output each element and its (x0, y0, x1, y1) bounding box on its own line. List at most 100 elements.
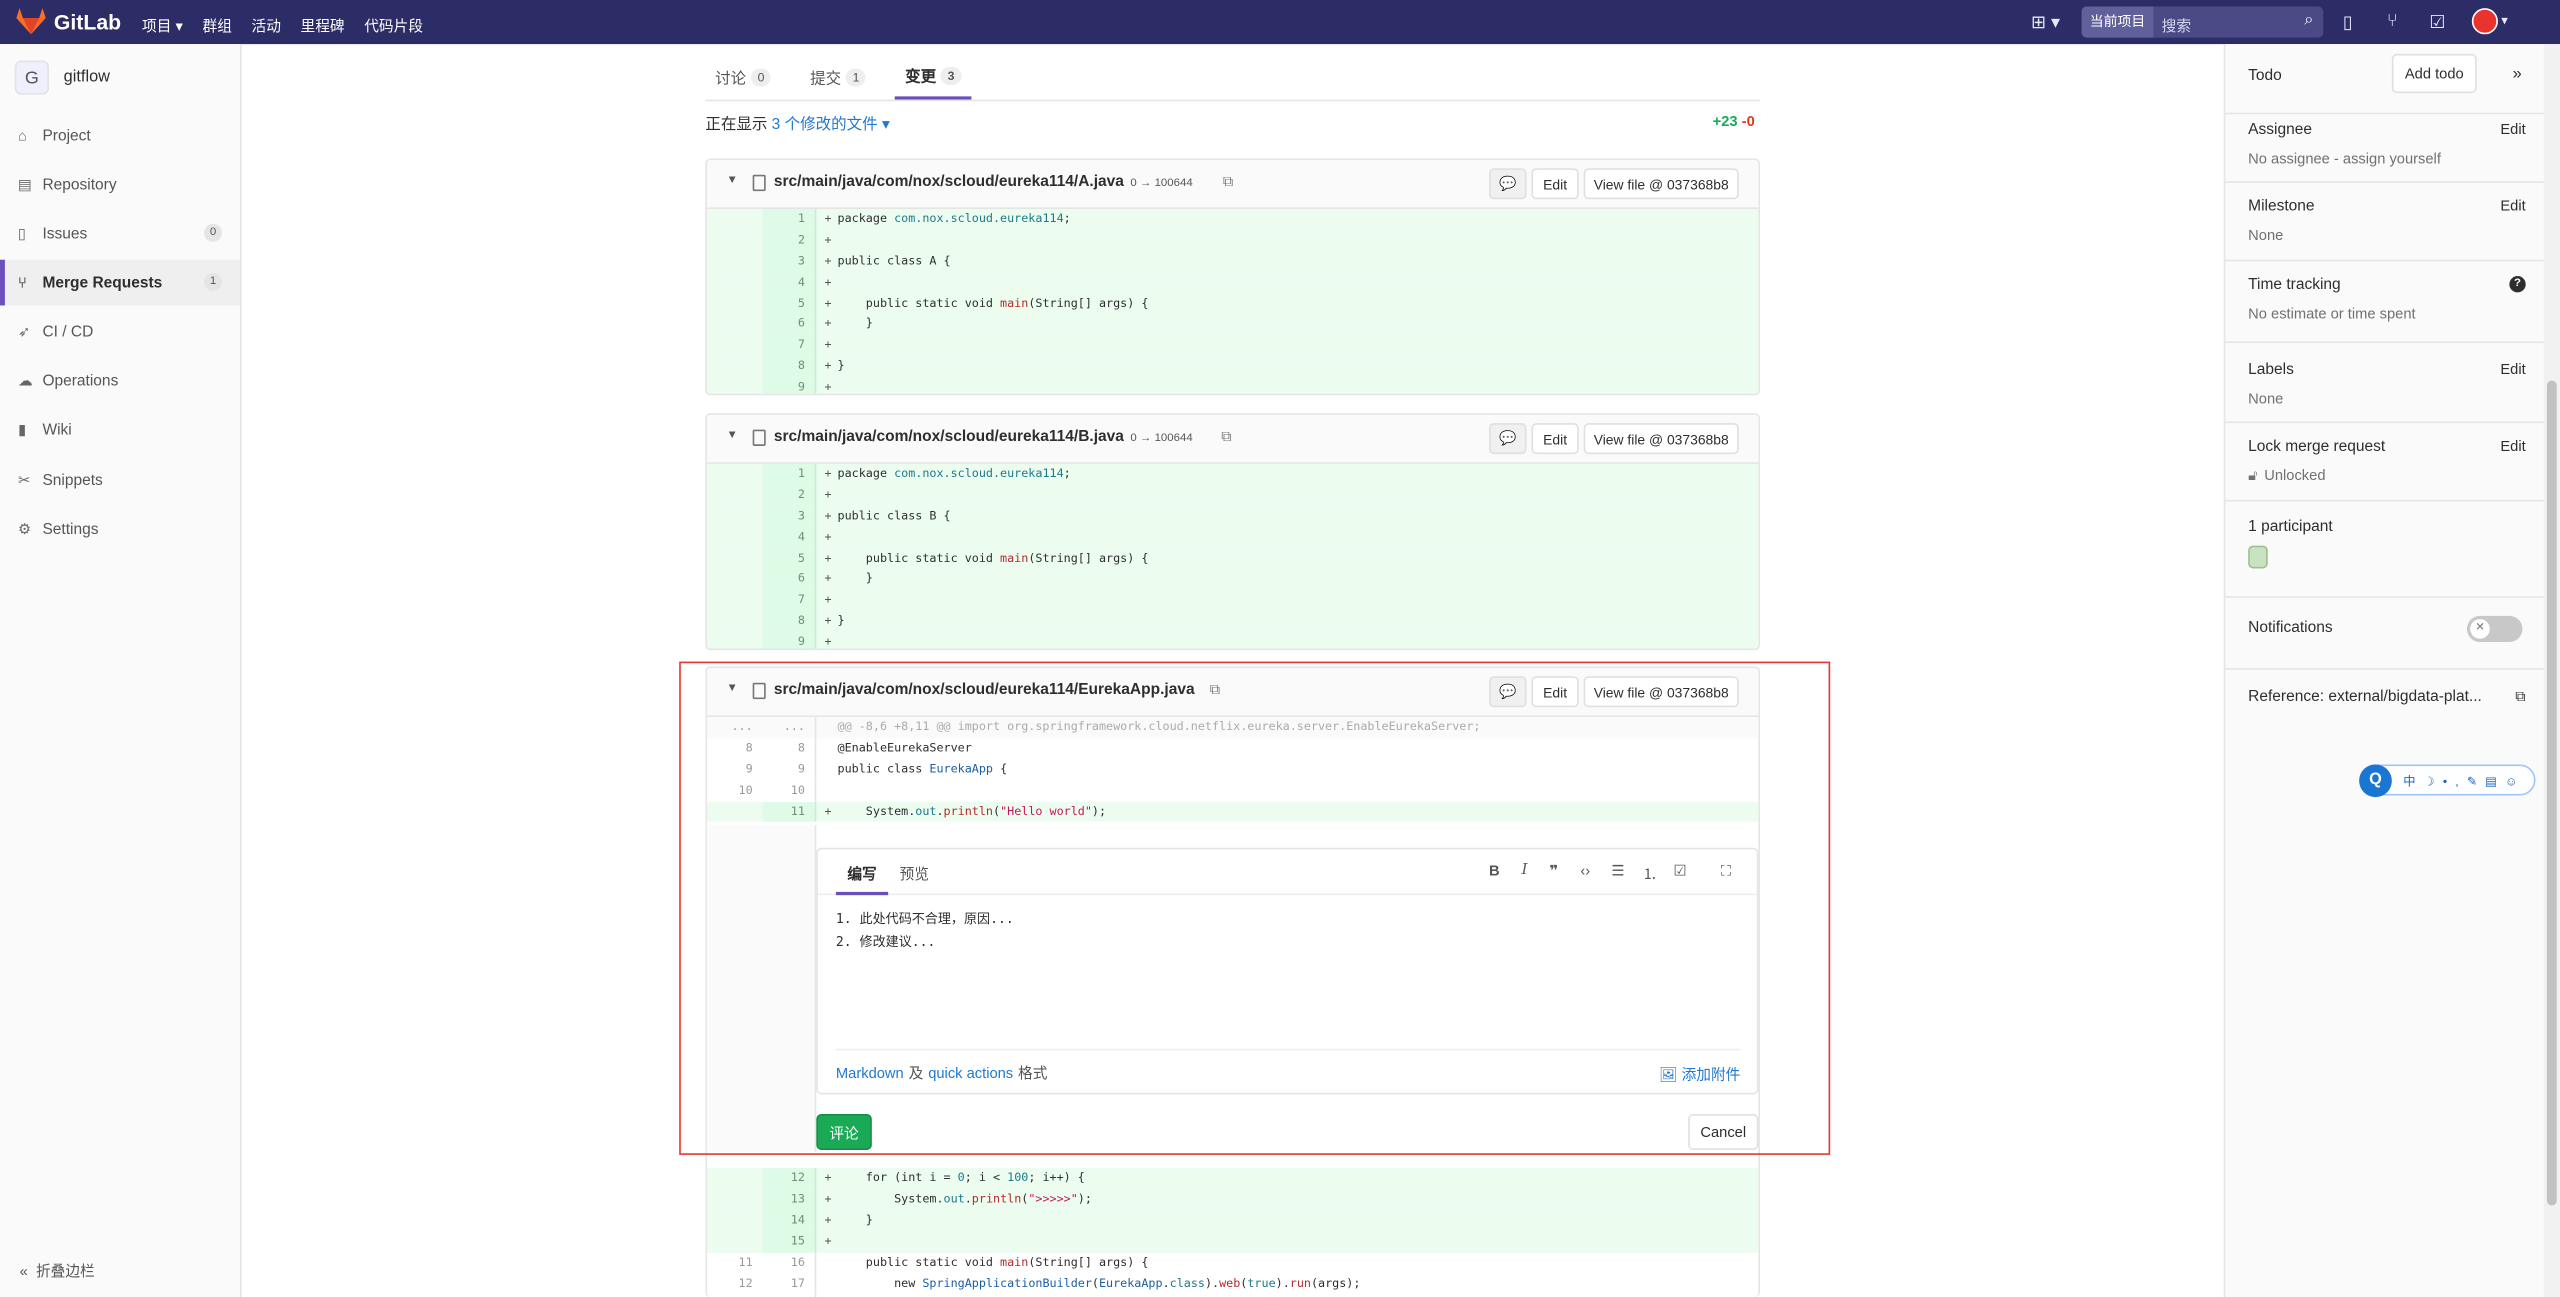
context-line[interactable]: 10 10 (707, 780, 1758, 802)
search-input[interactable]: 搜索 (2162, 15, 2191, 36)
collapse-sidebar-button[interactable]: «折叠边栏 (20, 1259, 95, 1280)
added-line[interactable]: 15 + (706, 1231, 1759, 1253)
added-line[interactable]: 1 + package com.nox.scloud.eureka114; (706, 463, 1759, 485)
collapse-right-sidebar-icon[interactable]: » (2513, 65, 2522, 83)
tab-preview[interactable]: 预览 (900, 862, 929, 883)
participant-avatar[interactable] (2248, 545, 2268, 569)
plus-square-icon[interactable]: ⊞ ▾ (2031, 11, 2060, 33)
new-line-number[interactable]: 7 (762, 590, 817, 612)
new-line-number[interactable]: 1 (762, 209, 817, 231)
new-line-number[interactable]: 9 (762, 632, 817, 649)
add-todo-button[interactable]: Add todo (2391, 53, 2477, 94)
nav-item-activity[interactable]: 活动 (252, 15, 281, 36)
project-name[interactable]: gitflow (64, 69, 110, 87)
sidebar-item-operations[interactable]: ☁ Operations (0, 358, 240, 404)
view-file-button[interactable]: View file @ 037368b8 (1583, 676, 1739, 708)
tab-discussion[interactable]: 讨论 0 (705, 54, 780, 100)
italic-icon[interactable]: I (1522, 862, 1528, 878)
nav-item-projects[interactable]: 项目 ▾ (142, 15, 183, 36)
markdown-link[interactable]: Markdown (836, 1064, 904, 1080)
gitlab-logo-icon[interactable] (16, 8, 46, 35)
edit-file-button[interactable]: Edit (1531, 676, 1579, 708)
new-line-number[interactable]: 11 (762, 801, 817, 823)
added-line[interactable]: 6 + } (706, 314, 1759, 336)
tab-write[interactable]: 编写 (835, 862, 889, 896)
tab-changes[interactable]: 变更 3 (895, 54, 971, 100)
new-line-number[interactable]: 2 (762, 484, 817, 507)
help-icon[interactable]: ? (2509, 276, 2526, 293)
new-line-number[interactable]: 9 (762, 377, 817, 394)
added-line[interactable]: 6 + } (706, 569, 1759, 591)
added-line[interactable]: 7 + (706, 335, 1759, 357)
context-line[interactable]: 11 16 public static void main(String[] ar… (707, 1252, 1758, 1274)
old-line-number[interactable]: 10 (707, 780, 763, 801)
added-line[interactable]: 11 + System.out.println("Hello world"); (706, 801, 1759, 823)
submit-comment-button[interactable]: 评论 (816, 1114, 872, 1150)
new-line-number[interactable]: 8 (762, 356, 817, 378)
context-line[interactable]: 9 9 public class EurekaApp { (707, 759, 1758, 781)
attach-file-button[interactable]: 🖼 添加附件 (1659, 1063, 1741, 1084)
view-file-button[interactable]: View file @ 037368b8 (1583, 168, 1739, 200)
comment-toggle-button[interactable]: 💬 (1488, 168, 1527, 200)
nav-item-groups[interactable]: 群组 (203, 15, 232, 36)
edit-file-button[interactable]: Edit (1531, 423, 1579, 455)
added-line[interactable]: 8 +} (706, 611, 1759, 633)
added-line[interactable]: 4 + (706, 272, 1759, 294)
sidebar-item-merge-requests[interactable]: ⑂ Merge Requests 1 (0, 259, 240, 306)
copy-icon[interactable]: ⧉ (1221, 428, 1232, 446)
context-line[interactable]: 12 17 new SpringApplicationBuilder(Eureka… (707, 1273, 1758, 1296)
user-avatar-icon[interactable] (2471, 8, 2498, 35)
labels-edit-link[interactable]: Edit (2500, 361, 2525, 377)
cancel-comment-button[interactable]: Cancel (1688, 1114, 1759, 1150)
old-line-number[interactable]: 12 (707, 1274, 763, 1295)
quick-actions-link[interactable]: quick actions (928, 1064, 1013, 1080)
sidebar-item-issues[interactable]: ▯ Issues 0 (0, 211, 240, 257)
added-line[interactable]: 3 + public class B { (706, 506, 1759, 528)
old-line-number[interactable]: 9 (707, 759, 763, 780)
numbered-list-icon[interactable]: ⒈ (1642, 862, 1657, 883)
new-line-number[interactable]: 3 (762, 251, 817, 273)
added-line[interactable]: 5 + public static void main(String[] args… (706, 293, 1759, 315)
added-line[interactable]: 12 + for (int i = 0; i < 100; i++) { (706, 1168, 1759, 1190)
added-line[interactable]: 9 + (706, 632, 1759, 649)
merge-requests-nav-icon[interactable]: ⑂ (2387, 11, 2398, 31)
fullscreen-icon[interactable]: ⛶ (1721, 862, 1731, 880)
assignee-edit-link[interactable]: Edit (2500, 121, 2525, 137)
new-line-number[interactable]: 16 (762, 1252, 817, 1274)
changed-files-dropdown[interactable]: 3 个修改的文件 ▾ (772, 116, 890, 134)
old-line-number[interactable]: 11 (707, 1253, 763, 1274)
comment-toggle-button[interactable]: 💬 (1488, 676, 1527, 708)
milestone-edit-link[interactable]: Edit (2500, 198, 2525, 214)
context-line[interactable]: 8 8 @EnableEurekaServer (707, 738, 1758, 760)
scrollbar-thumb[interactable] (2546, 380, 2557, 1206)
search-box[interactable]: 当前项目 搜索 ⌕ (2081, 6, 2324, 38)
copy-icon[interactable]: ⧉ (1223, 173, 1234, 191)
added-line[interactable]: 4 + (706, 527, 1759, 549)
new-line-number[interactable]: 8 (762, 738, 817, 760)
collapse-caret-icon[interactable]: ▼ (727, 175, 738, 186)
new-line-number[interactable]: 7 (762, 335, 817, 357)
issues-nav-icon[interactable]: ▯ (2343, 11, 2353, 33)
sidebar-item-snippets[interactable]: ✂ Snippets (0, 457, 240, 503)
added-line[interactable]: 1 + package com.nox.scloud.eureka114; (706, 209, 1759, 231)
new-line-number[interactable]: 1 (762, 463, 817, 485)
bullet-list-icon[interactable]: ☰ (1611, 862, 1624, 880)
collapse-caret-icon[interactable]: ▼ (727, 430, 738, 441)
new-line-number[interactable]: 15 (762, 1231, 817, 1253)
added-line[interactable]: 13 + System.out.println(">>>>>"); (706, 1189, 1759, 1211)
added-line[interactable]: 2 + (706, 484, 1759, 507)
new-line-number[interactable]: 2 (762, 230, 817, 252)
search-scope-tag[interactable]: 当前项目 (2081, 6, 2154, 38)
sidebar-item-settings[interactable]: ⚙ Settings (0, 506, 240, 552)
page-scrollbar[interactable] (2543, 44, 2560, 1297)
file-path[interactable]: src/main/java/com/nox/scloud/eureka114/B… (774, 428, 1193, 446)
comment-toggle-button[interactable]: 💬 (1488, 423, 1527, 455)
project-avatar[interactable]: G (14, 60, 49, 95)
sidebar-item-repository[interactable]: ▤ Repository (0, 162, 240, 208)
quote-icon[interactable]: ❞ (1549, 862, 1558, 880)
tab-commits[interactable]: 提交 1 (800, 54, 875, 100)
added-line[interactable]: 9 + (706, 377, 1759, 394)
new-line-number[interactable]: 6 (762, 314, 817, 336)
todos-nav-icon[interactable]: ☑ (2429, 11, 2445, 33)
added-line[interactable]: 5 + public static void main(String[] args… (706, 548, 1759, 570)
